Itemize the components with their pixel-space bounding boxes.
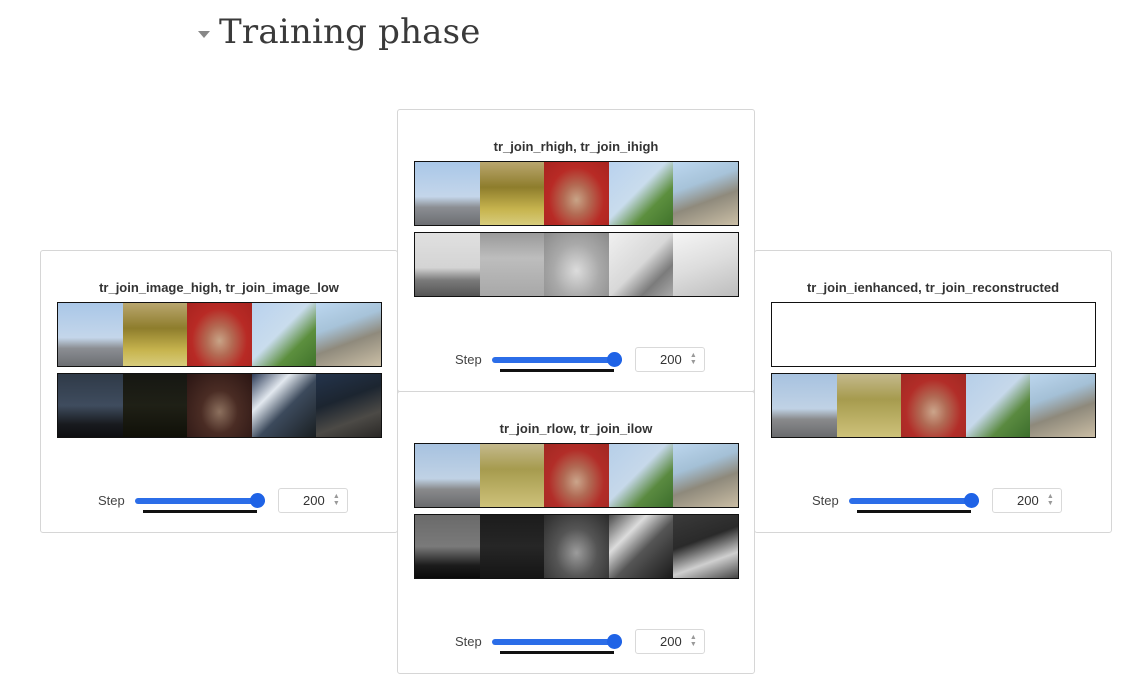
step-slider[interactable] (491, 350, 622, 372)
image-tile (608, 444, 674, 507)
panel-enhanced-reconstructed: tr_join_ienhanced, tr_join_reconstructed… (754, 250, 1112, 533)
image-tile (251, 303, 317, 366)
spinner-arrows-icon[interactable]: ▲ ▼ (690, 634, 697, 648)
image-tile (608, 515, 674, 578)
panel-title: tr_join_ienhanced, tr_join_reconstructed (806, 280, 1060, 295)
image-tile (316, 374, 381, 437)
image-tile (544, 515, 609, 578)
image-strip-ihigh (414, 232, 739, 297)
image-tile (479, 444, 545, 507)
image-tile (122, 303, 188, 366)
spinner-arrows-icon[interactable]: ▲ ▼ (333, 493, 340, 507)
image-strip-high (57, 302, 382, 367)
step-label: Step (98, 493, 125, 508)
caret-down-icon[interactable] (198, 30, 210, 38)
image-tile (187, 303, 252, 366)
step-value: 200 (303, 493, 325, 508)
slider-thumb[interactable] (606, 351, 622, 367)
image-tile (415, 233, 480, 296)
step-label: Step (812, 493, 839, 508)
step-input[interactable]: 200 ▲ ▼ (634, 347, 705, 372)
image-tile (58, 303, 123, 366)
slider-track[interactable] (491, 356, 622, 363)
image-tile (415, 444, 480, 507)
image-tile (544, 444, 609, 507)
step-label: Step (455, 634, 482, 649)
panel-title: tr_join_rlow, tr_join_ilow (499, 421, 653, 436)
image-tile (544, 162, 609, 225)
panel-image-high-low: tr_join_image_high, tr_join_image_low St… (40, 250, 398, 533)
image-strip-rlow (414, 443, 739, 508)
step-slider[interactable] (848, 491, 979, 513)
step-value: 200 (1017, 493, 1039, 508)
step-control: Step 200 ▲ ▼ (812, 488, 1062, 513)
image-tile (415, 162, 480, 225)
section-header[interactable]: Training phase (198, 12, 481, 52)
image-tile (673, 162, 738, 225)
slider-underline (499, 650, 614, 654)
step-input[interactable]: 200 ▲ ▼ (991, 488, 1062, 513)
image-tile (479, 162, 545, 225)
slider-thumb[interactable] (963, 492, 979, 508)
slider-track[interactable] (134, 497, 265, 504)
step-label: Step (455, 352, 482, 367)
panel-title: tr_join_rhigh, tr_join_ihigh (493, 139, 659, 154)
slider-thumb[interactable] (249, 492, 265, 508)
slider-underline (142, 509, 257, 513)
slider-underline (856, 509, 971, 513)
image-strip-reconstructed (771, 373, 1096, 438)
image-tile (316, 303, 381, 366)
image-tile (1030, 374, 1095, 437)
image-tile (836, 374, 902, 437)
section-title: Training phase (219, 12, 481, 52)
image-tile (608, 233, 674, 296)
panel-rhigh-ihigh: tr_join_rhigh, tr_join_ihigh Step 200 ▲ ▼ (397, 109, 755, 392)
image-tile (673, 444, 738, 507)
image-tile (187, 374, 252, 437)
image-strip-ilow (414, 514, 739, 579)
image-tile (122, 374, 188, 437)
step-value: 200 (660, 634, 682, 649)
slider-track[interactable] (491, 638, 622, 645)
image-strip-low (57, 373, 382, 438)
image-tile (608, 162, 674, 225)
step-control: Step 200 ▲ ▼ (455, 629, 705, 654)
image-tile (673, 233, 738, 296)
image-strip-enhanced (771, 302, 1096, 367)
image-tile (772, 374, 837, 437)
spinner-arrows-icon[interactable]: ▲ ▼ (1047, 493, 1054, 507)
spinner-arrows-icon[interactable]: ▲ ▼ (690, 352, 697, 366)
image-tile (965, 374, 1031, 437)
image-tile (901, 374, 966, 437)
panel-rlow-ilow: tr_join_rlow, tr_join_ilow Step 200 ▲ ▼ (397, 391, 755, 674)
slider-thumb[interactable] (606, 633, 622, 649)
step-slider[interactable] (491, 632, 622, 654)
image-tile (58, 374, 123, 437)
image-tile (673, 515, 738, 578)
step-slider[interactable] (134, 491, 265, 513)
image-tile (415, 515, 480, 578)
slider-underline (499, 368, 614, 372)
panel-title: tr_join_image_high, tr_join_image_low (99, 280, 339, 295)
image-tile (479, 233, 545, 296)
step-input[interactable]: 200 ▲ ▼ (634, 629, 705, 654)
image-tile (479, 515, 545, 578)
step-input[interactable]: 200 ▲ ▼ (277, 488, 348, 513)
slider-track[interactable] (848, 497, 979, 504)
image-strip-rhigh (414, 161, 739, 226)
image-tile (251, 374, 317, 437)
step-value: 200 (660, 352, 682, 367)
step-control: Step 200 ▲ ▼ (455, 347, 705, 372)
step-control: Step 200 ▲ ▼ (98, 488, 348, 513)
image-tile (544, 233, 609, 296)
